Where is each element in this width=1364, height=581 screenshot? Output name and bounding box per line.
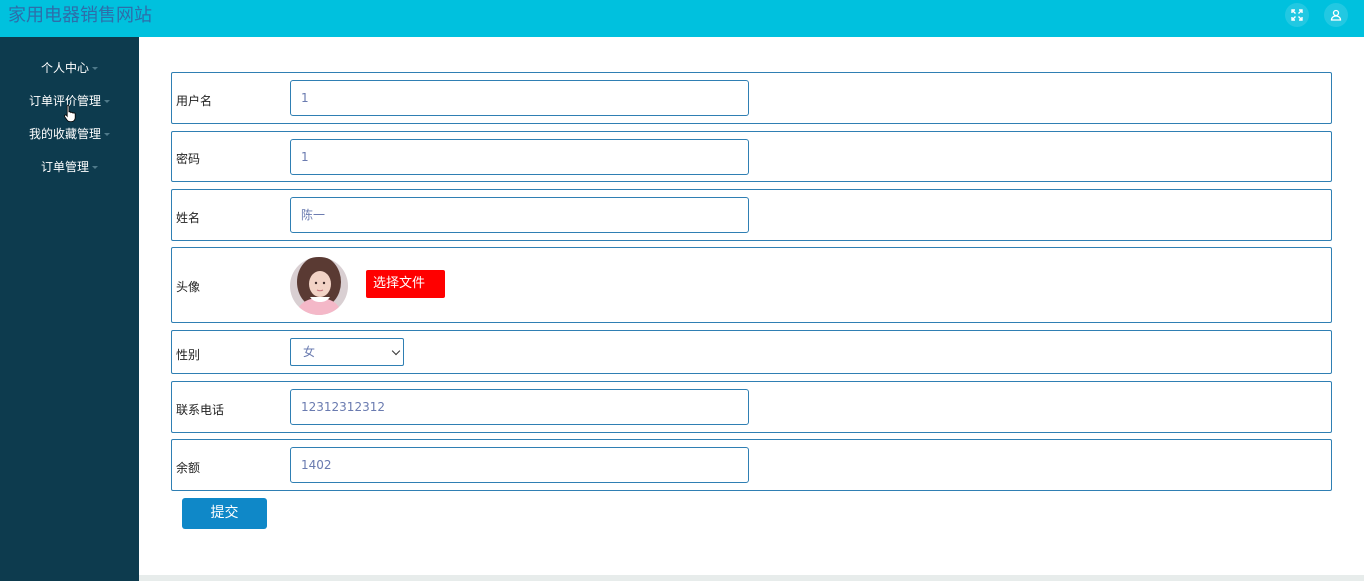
- chevron-down-icon: [92, 166, 98, 169]
- password-input[interactable]: 1: [290, 139, 749, 175]
- phone-input[interactable]: 12312312312: [290, 389, 749, 425]
- sidebar-item-label: 订单管理: [40, 160, 89, 174]
- name-input[interactable]: 陈一: [290, 197, 749, 233]
- sidebar-item-label: 个人中心: [40, 61, 89, 75]
- chevron-down-icon: [391, 346, 401, 356]
- sidebar-item-label: 我的收藏管理: [28, 127, 101, 141]
- sidebar-item-orders[interactable]: 订单管理: [0, 157, 139, 177]
- chevron-down-icon: [92, 67, 98, 70]
- footer-strip: [139, 575, 1364, 581]
- phone-label: 联系电话: [176, 403, 225, 417]
- submit-button[interactable]: 提交: [182, 498, 267, 529]
- password-row: 密码 1: [171, 131, 1332, 182]
- top-bar: 家用电器销售网站: [0, 0, 1364, 37]
- fullscreen-icon[interactable]: [1285, 3, 1309, 27]
- username-input[interactable]: 1: [290, 80, 749, 116]
- app-title: 家用电器销售网站: [8, 5, 152, 26]
- chevron-down-icon: [104, 133, 110, 136]
- phone-row: 联系电话 12312312312: [171, 381, 1332, 433]
- gender-label: 性别: [176, 348, 201, 362]
- gender-select[interactable]: 女: [290, 338, 404, 366]
- sidebar-item-favorites[interactable]: 我的收藏管理: [0, 124, 139, 144]
- balance-input[interactable]: 1402: [290, 447, 749, 483]
- password-label: 密码: [176, 152, 201, 166]
- avatar-label: 头像: [176, 280, 201, 294]
- gender-row: 性别 女: [171, 330, 1332, 374]
- choose-file-button[interactable]: 选择文件: [366, 270, 445, 298]
- balance-row: 余额 1402: [171, 439, 1332, 491]
- chevron-down-icon: [104, 100, 110, 103]
- hand-cursor-icon: [64, 104, 76, 122]
- name-label: 姓名: [176, 211, 201, 225]
- user-icon[interactable]: [1324, 3, 1348, 27]
- name-row: 姓名 陈一: [171, 189, 1332, 241]
- username-label: 用户名: [176, 94, 213, 108]
- gender-selected-value: 女: [303, 345, 316, 359]
- username-row: 用户名 1: [171, 72, 1332, 124]
- avatar-image: [290, 257, 348, 315]
- balance-label: 余额: [176, 461, 201, 475]
- avatar-row: 头像 选择文件: [171, 247, 1332, 323]
- sidebar-item-personal-center[interactable]: 个人中心: [0, 58, 139, 78]
